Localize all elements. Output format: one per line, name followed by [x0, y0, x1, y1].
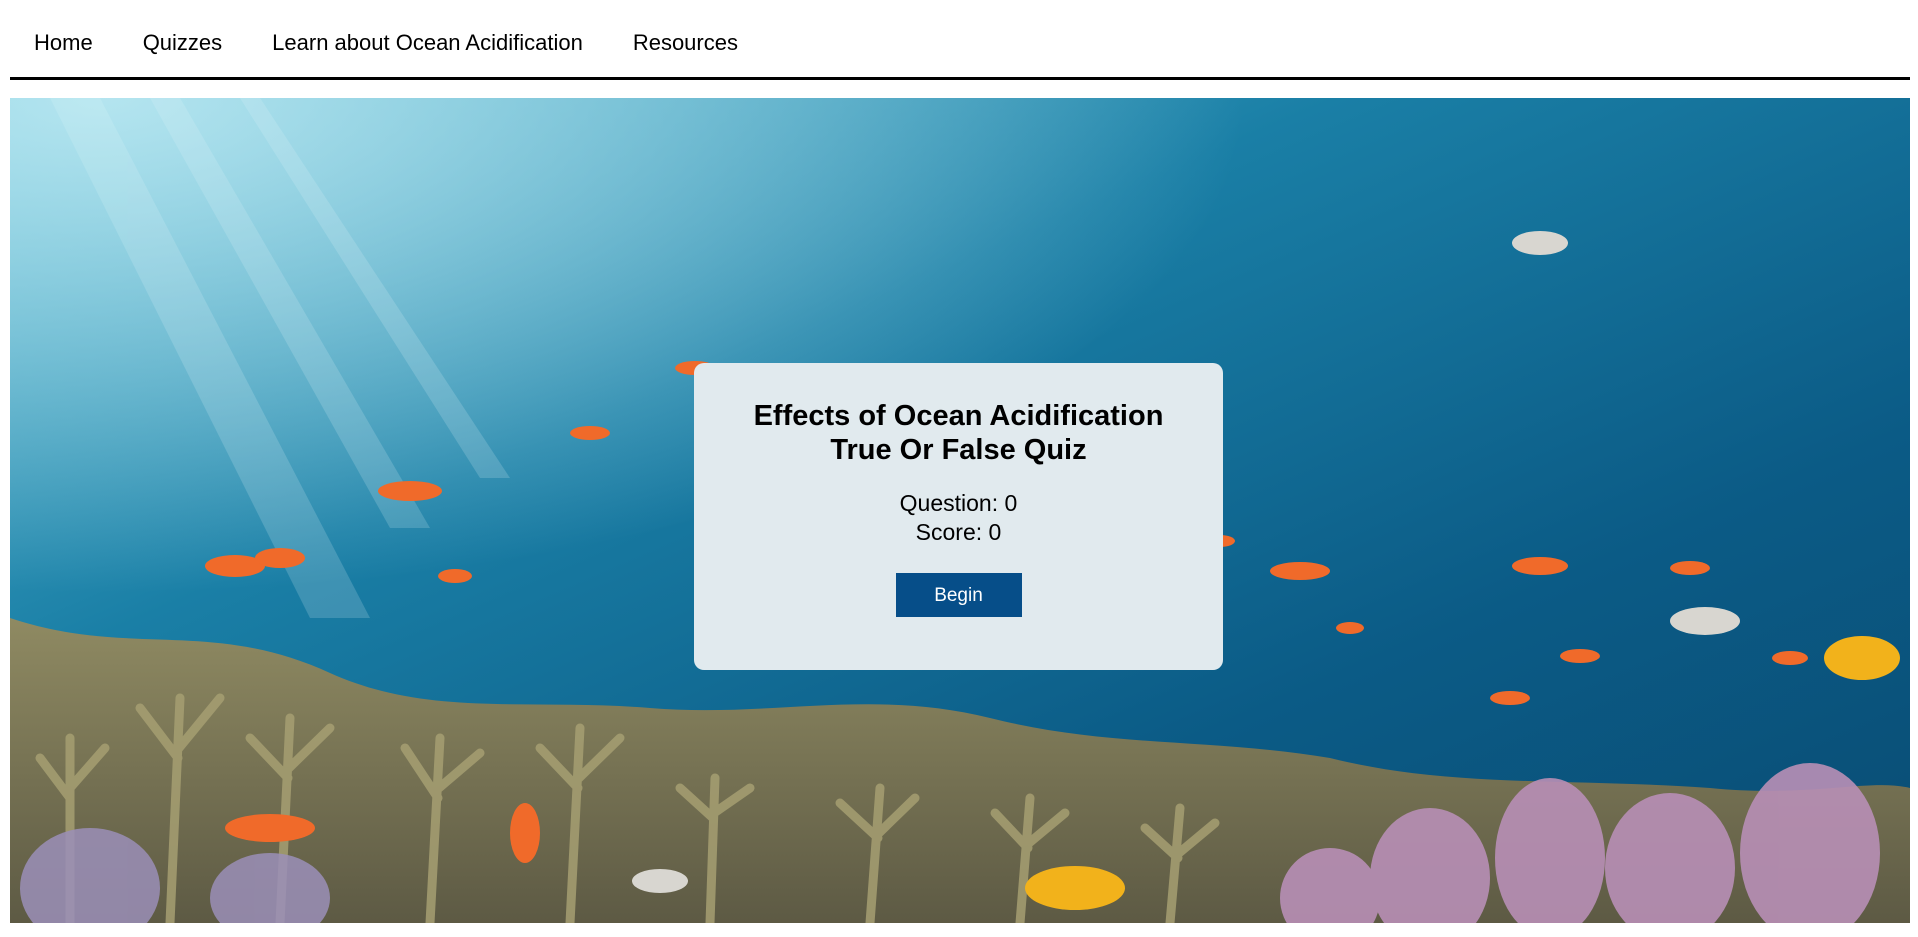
nav-item-learn[interactable]: Learn about Ocean Acidification [272, 30, 583, 56]
hero-coral-reef-image: Effects of Ocean Acidification True Or F… [10, 98, 1910, 923]
quiz-card: Effects of Ocean Acidification True Or F… [694, 363, 1223, 670]
nav-item-resources[interactable]: Resources [633, 30, 738, 56]
quiz-title-line1: Effects of Ocean Acidification [753, 400, 1164, 432]
score-counter: Score: 0 [915, 519, 1002, 545]
begin-button[interactable]: Begin [895, 573, 1022, 617]
question-counter: Question: 0 [899, 490, 1018, 516]
quiz-title-line2: True Or False Quiz [830, 434, 1087, 466]
top-navigation: Home Quizzes Learn about Ocean Acidifica… [10, 0, 1910, 80]
nav-item-quizzes[interactable]: Quizzes [143, 30, 222, 56]
nav-menu: Home Quizzes Learn about Ocean Acidifica… [10, 0, 1910, 86]
quiz-stats: Question: 0 Score: 0 [694, 489, 1223, 547]
nav-item-home[interactable]: Home [34, 30, 93, 56]
quiz-title: Effects of Ocean Acidification True Or F… [694, 399, 1223, 467]
